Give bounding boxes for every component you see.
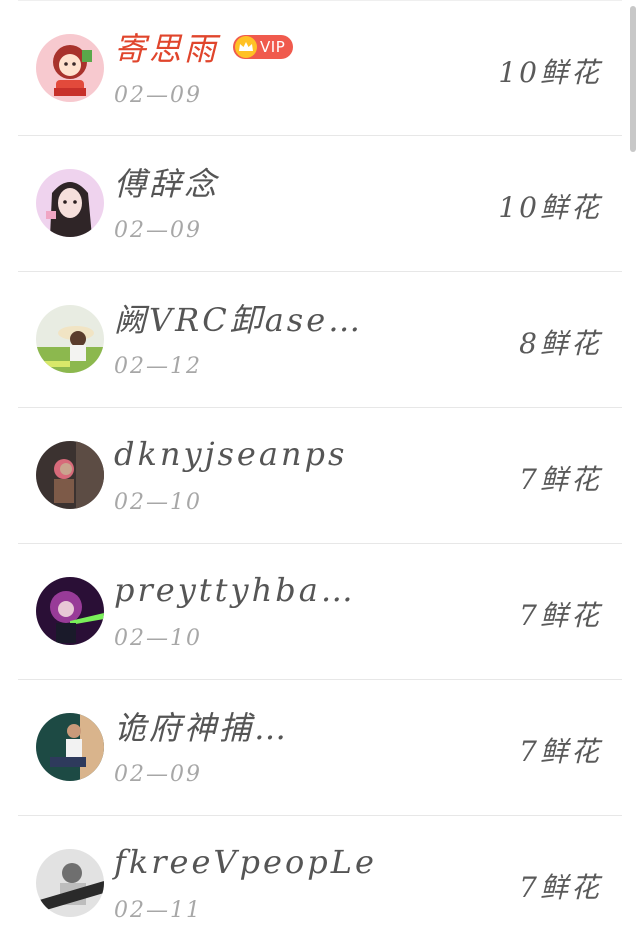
- gift-date: 02—09: [114, 218, 202, 243]
- name-line: preyttyhba…: [114, 568, 356, 612]
- flower-count: 7鲜花: [519, 871, 602, 904]
- user-name[interactable]: 傅辞念: [114, 159, 219, 205]
- neon-light-avatar[interactable]: [36, 577, 104, 645]
- list-item[interactable]: preyttyhba… 02—10 7鲜花: [18, 544, 622, 680]
- gift-date: 02—09: [114, 83, 202, 108]
- vip-badge: VIP: [233, 35, 294, 59]
- gift-date: 02—09: [114, 762, 202, 787]
- gift-date: 02—11: [114, 898, 202, 923]
- list-item[interactable]: 诡府神捕… 02—09 7鲜花: [18, 680, 622, 816]
- flower-count: 10鲜花: [498, 56, 602, 89]
- bw-portrait-avatar[interactable]: [36, 849, 104, 917]
- cartoon-girl-avatar[interactable]: [36, 34, 104, 102]
- name-line: 诡府神捕…: [114, 704, 289, 748]
- user-name[interactable]: preyttyhba…: [114, 571, 356, 609]
- scrollbar[interactable]: [630, 6, 636, 152]
- gift-ranking-list: 寄思雨 VIP 02—09 10鲜花 傅辞念 02—09 10鲜花 阙VRC卸a…: [0, 0, 640, 944]
- list-item[interactable]: dknyjseanps 02—10 7鲜花: [18, 408, 622, 544]
- gift-date: 02—10: [114, 626, 202, 651]
- crown-icon: [235, 36, 258, 58]
- flower-count: 8鲜花: [519, 327, 602, 360]
- seated-man-avatar[interactable]: [36, 713, 104, 781]
- user-name[interactable]: dknyjseanps: [114, 435, 347, 473]
- flower-count: 10鲜花: [498, 191, 602, 224]
- name-line: 寄思雨 VIP: [114, 24, 294, 70]
- gift-date: 02—12: [114, 354, 202, 379]
- list-item[interactable]: 阙VRC卸ase… 02—12 8鲜花: [18, 272, 622, 408]
- list-item[interactable]: fkreeVpeopLe 02—11 7鲜花: [18, 816, 622, 944]
- name-line: fkreeVpeopLe: [114, 840, 377, 884]
- user-name[interactable]: 阙VRC卸ase…: [114, 295, 363, 341]
- user-name[interactable]: 诡府神捕…: [114, 703, 289, 749]
- user-name[interactable]: fkreeVpeopLe: [114, 843, 377, 881]
- dark-portrait-avatar[interactable]: [36, 441, 104, 509]
- name-line: dknyjseanps: [114, 432, 347, 476]
- flower-count: 7鲜花: [519, 463, 602, 496]
- flower-count: 7鲜花: [519, 735, 602, 768]
- vip-label: VIP: [260, 38, 286, 56]
- user-name[interactable]: 寄思雨: [114, 24, 219, 70]
- name-line: 傅辞念: [114, 160, 219, 204]
- flower-count: 7鲜花: [519, 599, 602, 632]
- anime-girl-avatar[interactable]: [36, 169, 104, 237]
- straw-hat-field-avatar[interactable]: [36, 305, 104, 373]
- list-item[interactable]: 傅辞念 02—09 10鲜花: [18, 136, 622, 272]
- gift-date: 02—10: [114, 490, 202, 515]
- list-item[interactable]: 寄思雨 VIP 02—09 10鲜花: [18, 0, 622, 136]
- name-line: 阙VRC卸ase…: [114, 296, 363, 340]
